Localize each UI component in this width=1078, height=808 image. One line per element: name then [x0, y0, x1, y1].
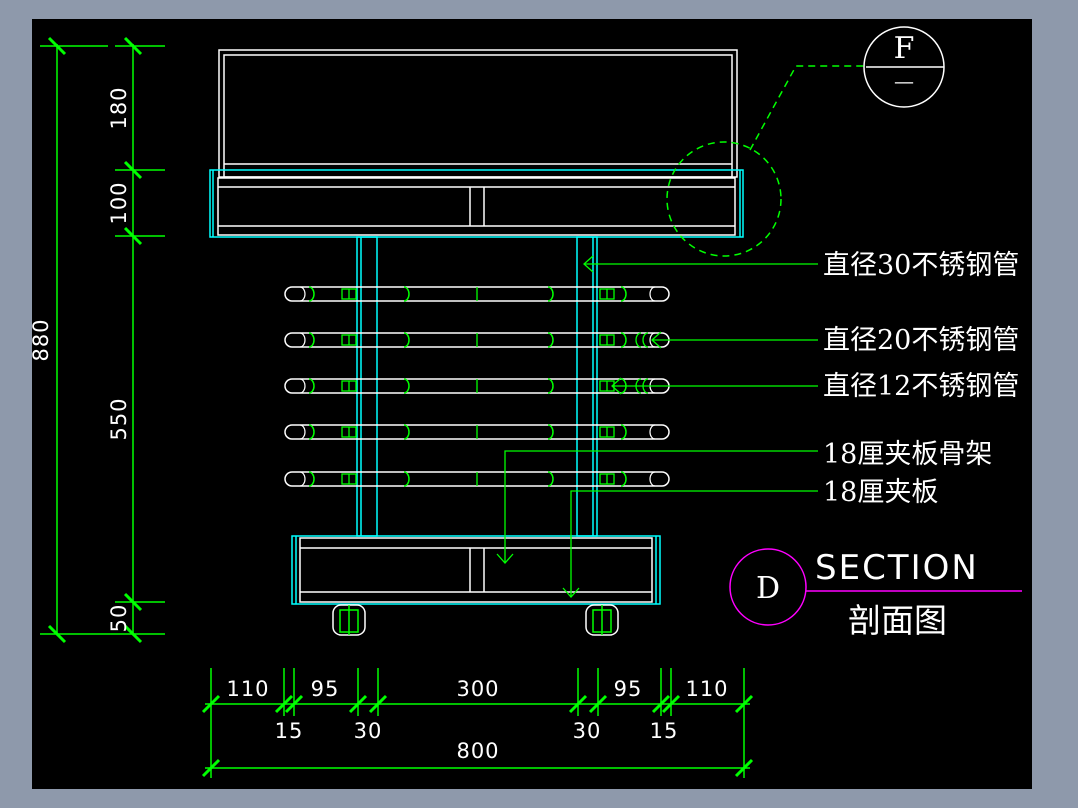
tube-row: [284, 286, 670, 302]
detail-marker: F —: [863, 26, 945, 108]
dim-width-right-gap: 15: [650, 719, 679, 743]
dim-width-right-post: 30: [573, 719, 602, 743]
detail-marker-letter: F: [894, 31, 915, 66]
dim-height-base: 50: [107, 604, 131, 633]
bottom-base: [291, 535, 661, 605]
dim-overall-height: 880: [32, 318, 53, 361]
callout-tube-30: 直径30不锈钢管: [823, 250, 1019, 281]
section-title: SECTION: [815, 548, 979, 588]
dim-width-left-post: 30: [354, 719, 383, 743]
dim-width-center: 300: [456, 677, 499, 701]
tube-rows: [284, 286, 670, 487]
top-display-case: [218, 49, 738, 178]
dim-width-left-outer: 110: [226, 677, 269, 701]
callout-tube-20: 直径20不锈钢管: [823, 325, 1019, 356]
dim-width-left-inner: 95: [311, 677, 340, 701]
dim-width-right-outer: 110: [685, 677, 728, 701]
tube-row: [284, 332, 670, 348]
dim-height-top: 180: [107, 86, 131, 129]
vertical-dimension: [40, 36, 165, 644]
section-subtitle: 剖面图: [848, 601, 947, 640]
detail-circle: [666, 65, 866, 257]
section-letter: D: [756, 571, 780, 606]
section-tag: D SECTION 剖面图: [729, 548, 1022, 640]
caster-left: [332, 604, 366, 636]
dim-height-band: 100: [107, 181, 131, 224]
callout-leaders: [496, 255, 818, 598]
top-drawer-band: [209, 169, 744, 238]
tube-row: [284, 424, 670, 440]
section-drawing: 880 180 100 550 50 110 95 300 95 110 15 …: [32, 26, 1022, 778]
dim-width-right-inner: 95: [614, 677, 643, 701]
callout-plywood: 18厘夹板: [823, 477, 938, 508]
detail-marker-sub: —: [894, 69, 914, 93]
tube-row: [284, 471, 670, 487]
dim-height-middle: 550: [107, 397, 131, 440]
dim-overall-width: 800: [456, 739, 499, 763]
drawing-canvas: 880 180 100 550 50 110 95 300 95 110 15 …: [32, 19, 1032, 789]
callout-plywood-frame: 18厘夹板骨架: [823, 439, 992, 470]
dim-width-left-gap: 15: [275, 719, 304, 743]
caster-right: [585, 604, 619, 636]
callout-tube-12: 直径12不锈钢管: [823, 371, 1019, 402]
